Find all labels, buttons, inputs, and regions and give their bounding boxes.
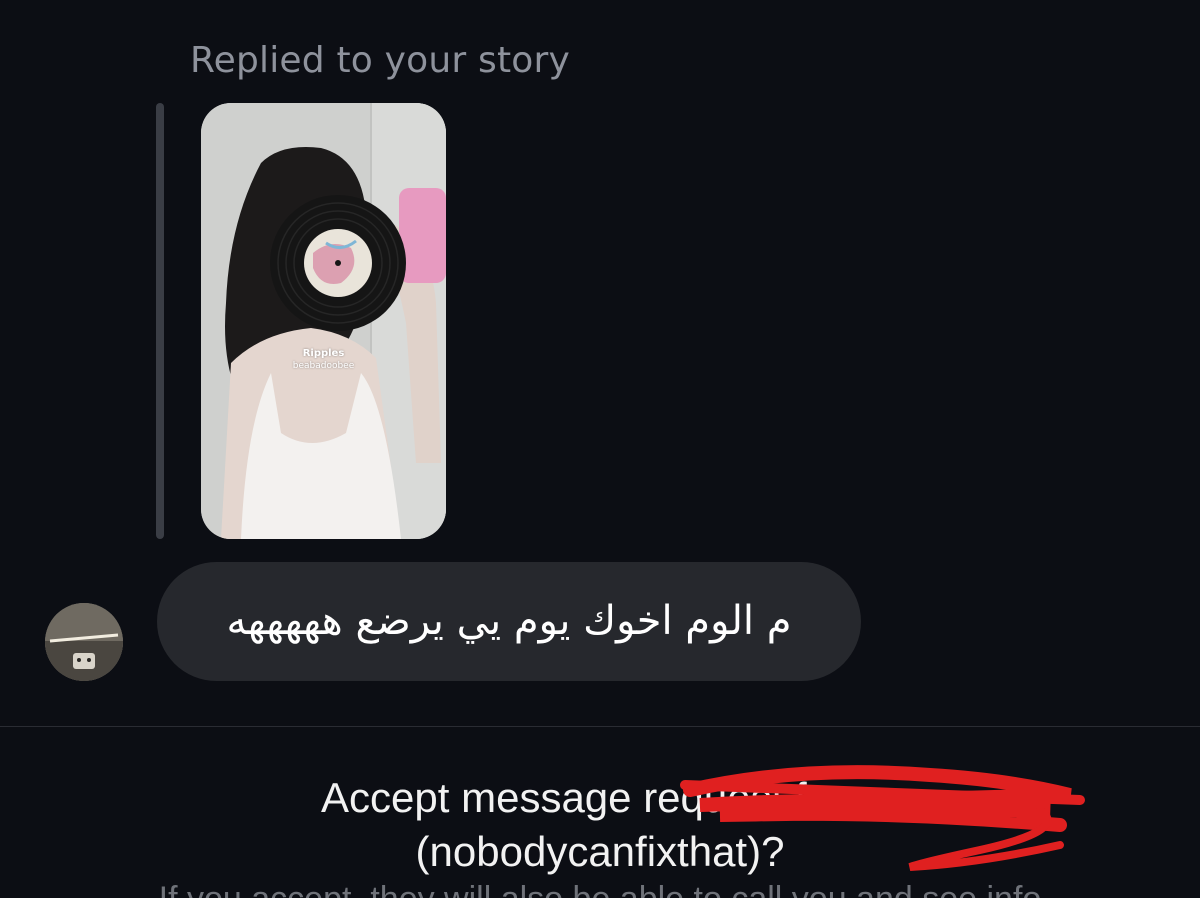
story-photo [201,103,446,539]
requester-username: (nobodycanfixthat)? [415,828,785,875]
sender-avatar[interactable] [45,603,123,681]
music-sticker-artist: beabadoobee [292,361,355,371]
request-info-text: If you accept, they will also be able to… [0,880,1200,898]
message-text: م الوم اخوك يوم يي يرضع هههههه [226,598,792,644]
conversation-screen: Replied to your story Ripples beabadoobe… [0,0,1200,898]
avatar-image [45,603,123,681]
section-divider [0,726,1200,727]
story-thumbnail[interactable]: Ripples beabadoobee [201,103,446,539]
reply-indicator-bar [156,103,164,539]
message-bubble[interactable]: م الوم اخوك يوم يي يرضع هههههه [157,562,861,681]
music-sticker-title: Ripples [302,348,345,359]
replied-to-story-label: Replied to your story [190,40,571,81]
